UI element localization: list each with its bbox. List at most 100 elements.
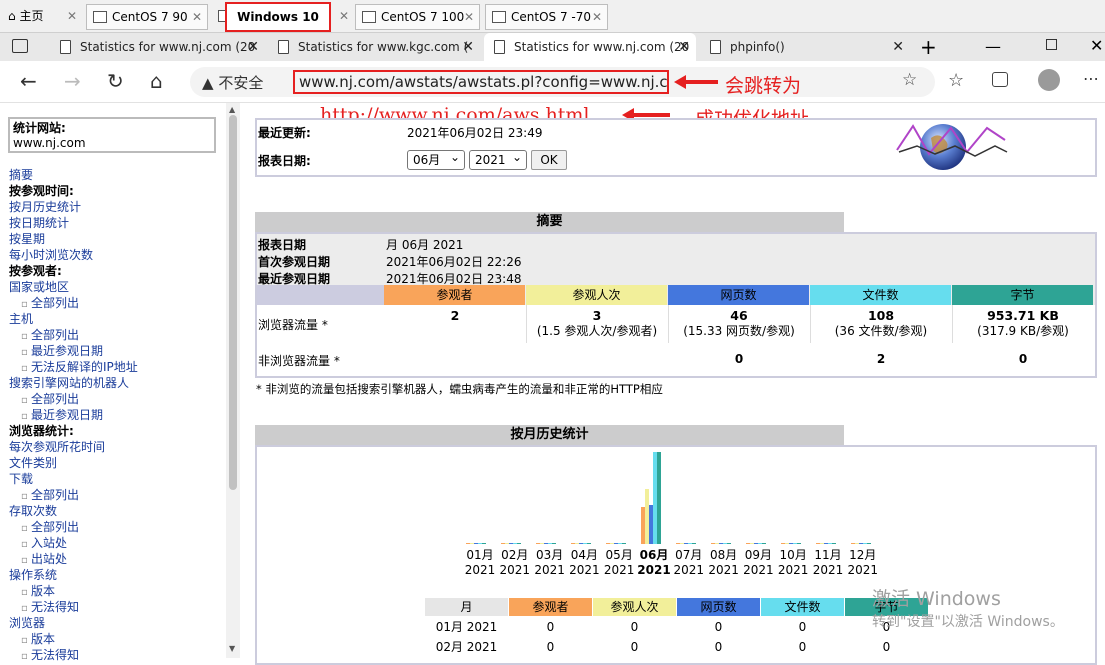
month-year-3: 2021 xyxy=(569,563,600,577)
restore-icon[interactable] xyxy=(1046,39,1057,50)
sidebar-item-8[interactable]: 全部列出 xyxy=(9,295,229,311)
sidebar-item-2[interactable]: 按月历史统计 xyxy=(9,199,229,215)
page-icon xyxy=(494,40,505,54)
month-year-10: 2021 xyxy=(812,563,844,577)
scrollbar-thumb[interactable] xyxy=(229,115,237,490)
security-warning[interactable]: ▲ 不安全 xyxy=(202,72,263,93)
monthly-table-header-3: 网页数 xyxy=(677,598,760,616)
vm-tab-centos-90[interactable]: CentOS 7 90 ✕ xyxy=(86,4,208,30)
sidebar-item-18[interactable]: 文件类别 xyxy=(9,455,229,471)
month-label-9: 10月 xyxy=(779,548,807,562)
sidebar-item-9[interactable]: 主机 xyxy=(9,311,229,327)
sidebar-item-7[interactable]: 国家或地区 xyxy=(9,279,229,295)
browser-traffic-label: 浏览器流量 * xyxy=(258,318,328,332)
sidebar-item-22[interactable]: 全部列出 xyxy=(9,519,229,535)
sidebar-item-15[interactable]: 最近参观日期 xyxy=(9,407,229,423)
sidebar-item-19[interactable]: 下载 xyxy=(9,471,229,487)
favorite-add-icon[interactable]: ☆ xyxy=(902,70,917,90)
awstats-logo xyxy=(896,124,1008,170)
sidebar-item-29[interactable]: 版本 xyxy=(9,631,229,647)
avatar[interactable] xyxy=(1038,69,1060,91)
year-select[interactable]: 2021 xyxy=(469,148,527,170)
sidebar-item-4[interactable]: 按星期 xyxy=(9,231,229,247)
close-window-icon[interactable]: ✕ xyxy=(1090,36,1103,55)
more-icon[interactable]: ⋯ xyxy=(1083,69,1099,88)
sidebar-item-28[interactable]: 浏览器 xyxy=(9,615,229,631)
vm-tab-home[interactable]: ⌂ 主页 ✕ xyxy=(2,4,82,30)
address-bar[interactable]: ▲ 不安全 www.nj.com/awstats/awstats.pl?conf… xyxy=(190,67,935,97)
browser-subvalue-1: (1.5 参观人次/参观者) xyxy=(536,324,658,338)
vm-tab-active-label[interactable]: Windows 10 x64 xyxy=(225,2,331,50)
close-icon[interactable]: ✕ xyxy=(339,4,349,28)
month-label-10: 11月 xyxy=(814,548,842,562)
report-date-label: 报表日期: xyxy=(258,154,311,168)
month-year-6: 2021 xyxy=(673,563,705,577)
browser-tab-4[interactable]: phpinfo() ✕ xyxy=(700,33,910,61)
monthly-row-value: 0 xyxy=(714,640,723,654)
sidebar-item-17[interactable]: 每次参观所花时间 xyxy=(9,439,229,455)
home-icon[interactable]: ⌂ xyxy=(150,69,163,93)
browser-value-0: 2 xyxy=(450,308,460,323)
vm-tab-centos-100[interactable]: CentOS 7 100 ✕ xyxy=(355,4,480,30)
close-icon[interactable]: ✕ xyxy=(247,33,259,61)
sidebar-item-6: 按参观者: xyxy=(9,264,62,278)
month-year-11: 2021 xyxy=(847,563,879,577)
favorites-icon[interactable]: ☆ xyxy=(948,70,964,91)
browser-subvalue-3: (36 文件数/参观) xyxy=(834,324,928,338)
browser-tab-label: Statistics for www.kgc.com ( xyxy=(298,40,469,54)
page-icon xyxy=(710,40,721,54)
close-icon[interactable]: ✕ xyxy=(678,33,690,61)
vm-icon xyxy=(362,11,376,23)
browser-tab-label: Statistics for www.nj.com (20 xyxy=(80,40,256,54)
ok-button[interactable]: OK xyxy=(531,150,567,170)
sidebar-item-20[interactable]: 全部列出 xyxy=(9,487,229,503)
browser-tab-strip: Statistics for www.nj.com (20 ✕ Statisti… xyxy=(0,33,1105,61)
browser-tab-3-active[interactable]: Statistics for www.nj.com (20 ✕ xyxy=(484,33,696,61)
sidebar-item-0[interactable]: 摘要 xyxy=(9,167,229,183)
sidebar-item-5[interactable]: 每小时浏览次数 xyxy=(9,247,229,263)
sidebar-item-13[interactable]: 搜索引擎网站的机器人 xyxy=(9,375,229,391)
forward-icon[interactable]: → xyxy=(64,69,81,93)
browser-tab-1[interactable]: Statistics for www.nj.com (20 ✕ xyxy=(50,33,265,61)
chart-bar-03月-字节 xyxy=(552,543,556,544)
sidebar-item-12[interactable]: 无法反解译的IP地址 xyxy=(9,359,229,375)
monthly-table-header-1: 参观者 xyxy=(509,598,592,616)
collections-icon[interactable] xyxy=(992,72,1008,87)
sidebar-item-23[interactable]: 入站处 xyxy=(9,535,229,551)
month-year-2: 2021 xyxy=(534,563,565,577)
vm-tab-centos-70[interactable]: CentOS 7 -70 ✕ xyxy=(485,4,608,30)
chart-bar-02月-字节 xyxy=(517,543,521,544)
sidebar-item-30[interactable]: 无法得知 xyxy=(9,647,229,663)
scroll-up-icon[interactable]: ▲ xyxy=(229,105,235,114)
refresh-icon[interactable]: ↻ xyxy=(107,69,124,93)
sidebar-item-10[interactable]: 全部列出 xyxy=(9,327,229,343)
month-year-7: 2021 xyxy=(708,563,739,577)
month-label-8: 09月 xyxy=(744,548,773,562)
sidebar-item-27[interactable]: 无法得知 xyxy=(9,599,229,615)
chart-bar-09月-字节 xyxy=(762,543,766,544)
close-icon[interactable]: ✕ xyxy=(592,5,602,29)
sidebar-item-14[interactable]: 全部列出 xyxy=(9,391,229,407)
scroll-down-icon[interactable]: ▼ xyxy=(229,644,235,653)
back-icon[interactable]: ← xyxy=(20,69,37,93)
close-icon[interactable]: ✕ xyxy=(462,33,474,61)
url-text[interactable]: www.nj.com/awstats/awstats.pl?config=www… xyxy=(293,70,669,94)
sidebar-item-25[interactable]: 操作系统 xyxy=(9,567,229,583)
sidebar-item-11[interactable]: 最近参观日期 xyxy=(9,343,229,359)
first-visit-value: 2021年06月02日 22:26 xyxy=(386,255,522,269)
close-icon[interactable]: ✕ xyxy=(192,5,202,29)
sidebar-item-24[interactable]: 出站处 xyxy=(9,551,229,567)
month-label-5: 06月 xyxy=(639,548,669,562)
chart-bar-11月-字节 xyxy=(832,543,836,544)
month-select[interactable]: 06月 xyxy=(407,148,465,170)
sidebar-item-3[interactable]: 按日期统计 xyxy=(9,215,229,231)
new-tab-icon[interactable]: + xyxy=(920,35,937,59)
browser-tab-2[interactable]: Statistics for www.kgc.com ( ✕ xyxy=(268,33,480,61)
tab-actions-icon[interactable] xyxy=(12,39,28,53)
close-icon[interactable]: ✕ xyxy=(892,33,904,61)
minimize-icon[interactable]: — xyxy=(985,37,1001,56)
close-icon[interactable]: ✕ xyxy=(67,4,77,28)
sidebar-item-21[interactable]: 存取次数 xyxy=(9,503,229,519)
sidebar-item-26[interactable]: 版本 xyxy=(9,583,229,599)
close-icon[interactable]: ✕ xyxy=(464,5,474,29)
